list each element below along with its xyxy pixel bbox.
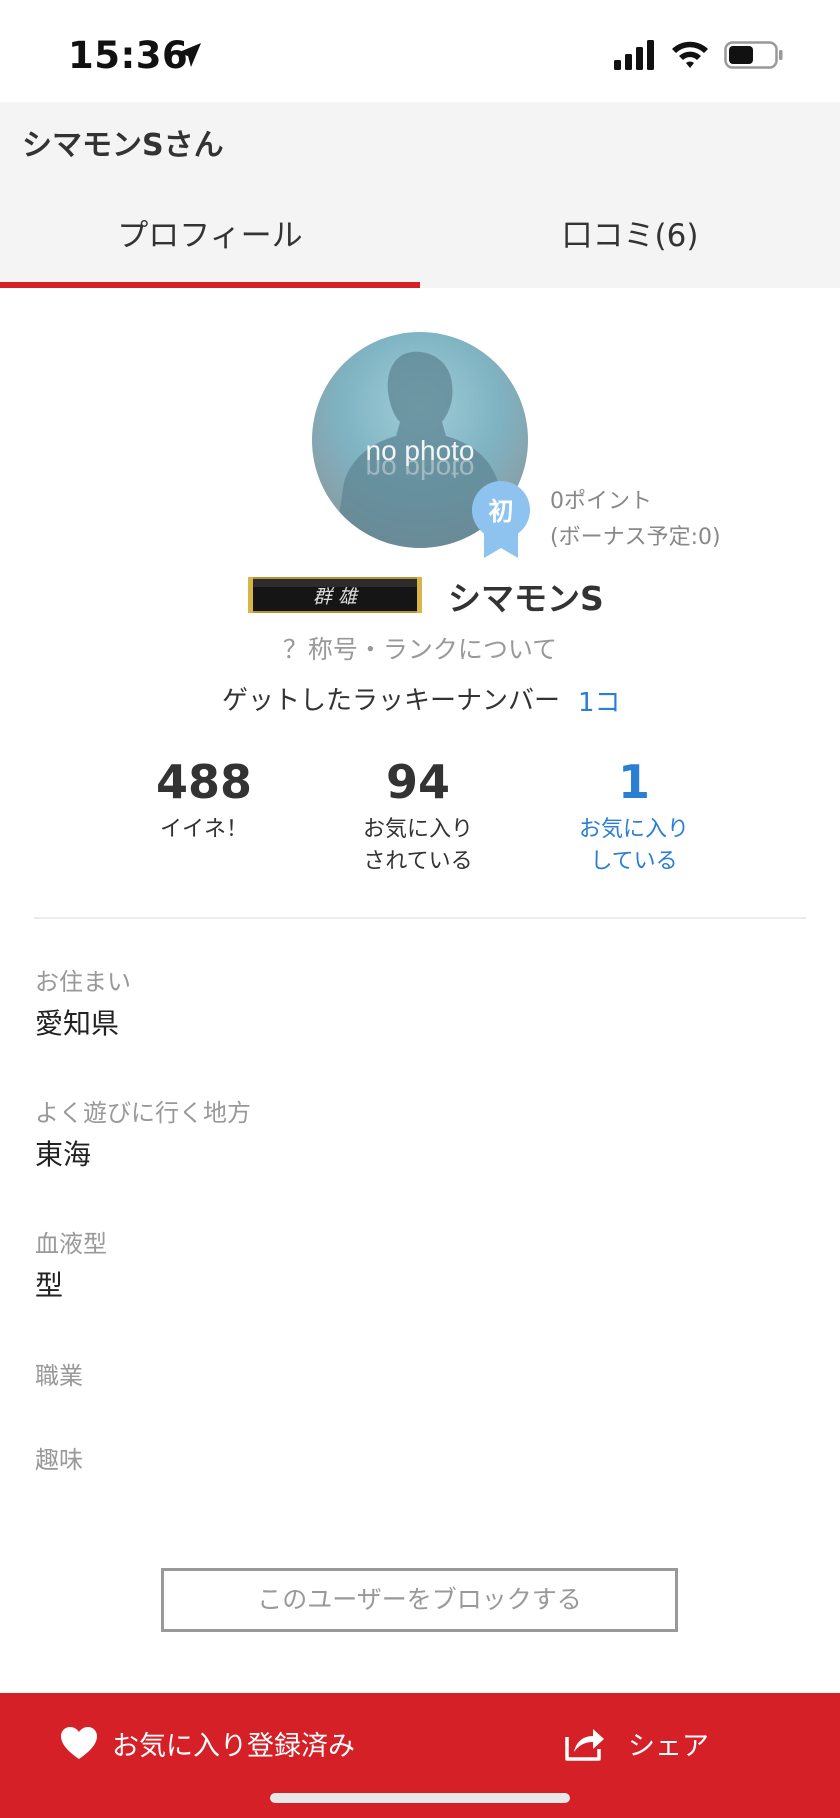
wifi-icon bbox=[672, 41, 708, 68]
location-arrow-icon bbox=[177, 43, 201, 67]
stat-favoriting-value[interactable]: 1 bbox=[534, 754, 734, 810]
field-value: 型 bbox=[35, 1269, 64, 1302]
stat-likes-label: イイネ！ bbox=[159, 817, 248, 842]
stat-likes: 488 イイネ！ bbox=[104, 754, 304, 846]
battery-icon bbox=[724, 41, 783, 69]
lucky-number-label: ゲットしたラッキーナンバー bbox=[222, 686, 561, 716]
share-button-label: シェア bbox=[628, 1730, 709, 1762]
bonus-points: (ボーナス予定:0) bbox=[550, 525, 721, 550]
stat-favorited-by-value: 94 bbox=[385, 755, 450, 809]
active-tab-indicator bbox=[0, 282, 420, 288]
tab-reviews[interactable]: 口コミ(6) bbox=[420, 210, 840, 255]
points-info: 0ポイント (ボーナス予定:0) bbox=[550, 484, 721, 556]
share-button[interactable]: シェア bbox=[564, 1693, 709, 1793]
favorite-button-label: お気に入り登録済み bbox=[112, 1730, 355, 1762]
field-label: 趣味 bbox=[35, 1446, 83, 1474]
field-blood-type: 血液型 型 bbox=[35, 1228, 107, 1306]
status-time: 15:36 bbox=[68, 34, 189, 77]
share-icon bbox=[565, 1729, 604, 1761]
lucky-number-count-link[interactable]: 1コ bbox=[578, 682, 621, 719]
profile-header: シマモンSさん プロフィール 口コミ(6) bbox=[0, 102, 840, 288]
field-value: 愛知県 bbox=[35, 1007, 120, 1040]
field-residence: お住まい 愛知県 bbox=[35, 966, 131, 1044]
stat-likes-value: 488 bbox=[155, 755, 253, 809]
field-label: よく遊びに行く地方 bbox=[35, 1099, 251, 1127]
heart-icon bbox=[61, 1727, 97, 1759]
username: シマモンS bbox=[448, 579, 604, 618]
field-label: お住まい bbox=[35, 968, 131, 996]
stat-favorited-by-label: お気に入り されている bbox=[362, 817, 473, 874]
title-plate-text: 群 雄 bbox=[313, 586, 359, 608]
stat-favorited-by: 94 お気に入り されている bbox=[318, 754, 518, 878]
field-occupation: 職業 bbox=[35, 1360, 83, 1392]
title-plate: 群 雄 bbox=[248, 577, 422, 613]
field-hobby: 趣味 bbox=[35, 1444, 83, 1476]
stat-favoriting-link[interactable]: 1 お気に入り している bbox=[534, 754, 734, 878]
field-value: 東海 bbox=[35, 1138, 92, 1171]
rank-info-link[interactable]: ？称号・ランクについて bbox=[0, 630, 840, 666]
points-value: 0ポイント bbox=[550, 489, 652, 514]
favorite-button[interactable]: お気に入り登録済み bbox=[60, 1693, 355, 1793]
rank-badge-icon: 初 bbox=[472, 481, 530, 558]
cellular-signal-icon bbox=[614, 40, 654, 70]
stat-favoriting-label[interactable]: お気に入り している bbox=[534, 814, 734, 878]
status-bar: 15:36 bbox=[0, 0, 840, 102]
block-user-button[interactable]: このユーザーをブロックする bbox=[161, 1568, 678, 1632]
avatar-placeholder-reflection: no photo bbox=[366, 454, 475, 485]
home-indicator[interactable] bbox=[270, 1793, 570, 1803]
tab-profile[interactable]: プロフィール bbox=[0, 210, 420, 255]
field-label: 血液型 bbox=[35, 1230, 107, 1258]
rank-badge-label: 初 bbox=[488, 497, 513, 526]
page-title: シマモンSさん bbox=[22, 128, 224, 163]
field-frequent-area: よく遊びに行く地方 東海 bbox=[35, 1097, 251, 1175]
field-label: 職業 bbox=[35, 1362, 83, 1390]
section-divider bbox=[34, 917, 806, 919]
